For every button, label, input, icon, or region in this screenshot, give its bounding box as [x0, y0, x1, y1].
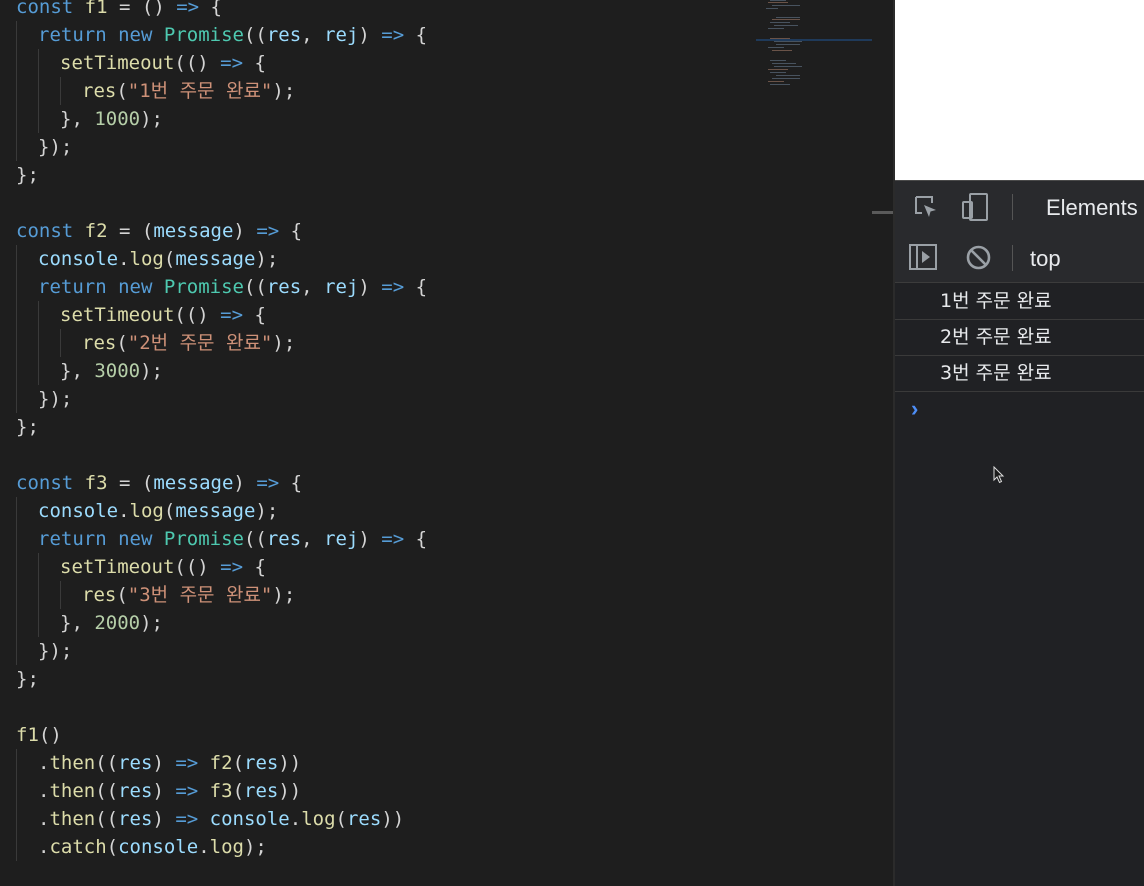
console-sidebar-icon[interactable]	[908, 243, 938, 276]
code-line[interactable]: };	[16, 161, 427, 189]
code-line[interactable]: setTimeout(() => {	[16, 553, 427, 581]
code-line[interactable]: return new Promise((res, rej) => {	[16, 525, 427, 553]
page-content-blurred	[915, 0, 921, 8]
minimap-line	[774, 25, 798, 26]
code-line[interactable]: console.log(message);	[16, 245, 427, 273]
toolbar-separator	[1012, 194, 1013, 220]
code-line[interactable]: res("3번 주문 완료");	[16, 581, 427, 609]
code-line[interactable]: .then((res) => f3(res))	[16, 777, 427, 805]
minimap-line	[770, 84, 790, 85]
minimap-line	[772, 5, 800, 6]
code-line[interactable]: const f2 = (message) => {	[16, 217, 427, 245]
code-line[interactable]: setTimeout(() => {	[16, 301, 427, 329]
minimap-line	[776, 17, 800, 18]
minimap-line	[774, 41, 802, 42]
code-line[interactable]	[16, 189, 427, 217]
minimap-line	[768, 47, 784, 48]
clear-console-icon[interactable]	[965, 244, 992, 276]
editor-scrollbar[interactable]	[872, 0, 894, 886]
code-line[interactable]: .catch(console.log);	[16, 833, 427, 861]
code-line[interactable]: .then((res) => f2(res))	[16, 749, 427, 777]
minimap-line	[772, 78, 800, 79]
minimap-line	[768, 28, 784, 29]
devtools-tab-bar: Elements	[895, 180, 1144, 234]
minimap-line	[770, 0, 786, 1]
minimap-line	[772, 50, 792, 51]
code-line[interactable]: });	[16, 133, 427, 161]
pane-sash[interactable]	[872, 211, 894, 214]
code-line[interactable]: }, 1000);	[16, 105, 427, 133]
minimap-viewport	[756, 39, 872, 41]
mouse-pointer-icon	[993, 465, 1005, 489]
minimap-line	[772, 19, 800, 20]
minimap-line	[770, 72, 786, 73]
code-line[interactable]: });	[16, 385, 427, 413]
console-message: 2번 주문 완료	[895, 320, 1144, 356]
minimap-line	[768, 2, 788, 3]
code-area[interactable]: const f1 = () => {return new Promise((re…	[16, 0, 427, 861]
code-line[interactable]: }, 2000);	[16, 609, 427, 637]
minimap-line	[776, 75, 800, 76]
minimap[interactable]	[756, 0, 856, 100]
console-message-text: 1번 주문 완료	[940, 290, 1052, 312]
inspect-element-icon[interactable]	[912, 193, 940, 226]
minimap-line	[770, 22, 790, 23]
code-line[interactable]: console.log(message);	[16, 497, 427, 525]
code-line[interactable]: });	[16, 637, 427, 665]
minimap-line	[772, 63, 796, 64]
code-line[interactable]	[16, 441, 427, 469]
console-toolbar: top	[895, 233, 1144, 283]
code-line[interactable]: const f1 = () => {	[16, 0, 427, 21]
code-line[interactable]: };	[16, 665, 427, 693]
minimap-line	[766, 8, 778, 9]
code-line[interactable]: setTimeout(() => {	[16, 49, 427, 77]
code-line[interactable]: return new Promise((res, rej) => {	[16, 273, 427, 301]
console-message-text: 3번 주문 완료	[940, 362, 1052, 384]
device-toolbar-icon[interactable]	[961, 192, 991, 227]
code-line[interactable]: }, 3000);	[16, 357, 427, 385]
context-selector[interactable]: top	[1030, 246, 1061, 272]
minimap-line	[770, 60, 786, 61]
code-line[interactable]: res("2번 주문 완료");	[16, 329, 427, 357]
minimap-line	[768, 69, 788, 70]
toolbar-separator	[1012, 245, 1013, 271]
console-message-text: 2번 주문 완료	[940, 326, 1052, 348]
code-line[interactable]	[16, 693, 427, 721]
console-message: 3번 주문 완료	[895, 356, 1144, 392]
code-line[interactable]: };	[16, 413, 427, 441]
code-line[interactable]: .then((res) => console.log(res))	[16, 805, 427, 833]
minimap-line	[776, 44, 800, 45]
console-prompt-icon[interactable]: ›	[911, 396, 918, 422]
code-line[interactable]: res("1번 주문 완료");	[16, 77, 427, 105]
code-line[interactable]: const f3 = (message) => {	[16, 469, 427, 497]
tab-elements[interactable]: Elements	[1046, 195, 1138, 221]
code-line[interactable]: return new Promise((res, rej) => {	[16, 21, 427, 49]
minimap-line	[768, 81, 784, 82]
browser-viewport	[895, 0, 1144, 180]
console-message: 1번 주문 완료	[895, 284, 1144, 320]
code-editor[interactable]: const f1 = () => {return new Promise((re…	[0, 0, 872, 886]
devtools-panel: Elements top 1번 주문 완료 2번 주문 완료 3번 주문 완료 …	[895, 180, 1144, 886]
code-line[interactable]: f1()	[16, 721, 427, 749]
minimap-line	[774, 66, 802, 67]
